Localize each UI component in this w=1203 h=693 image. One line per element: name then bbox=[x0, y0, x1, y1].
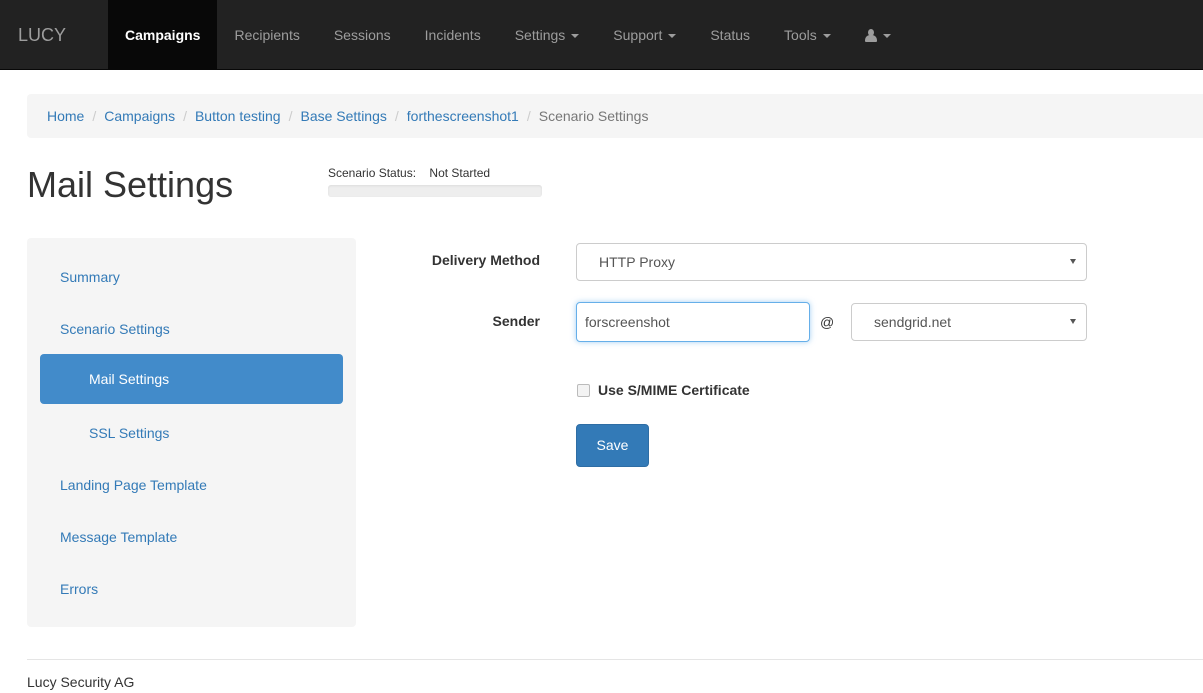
smime-checkbox[interactable] bbox=[577, 383, 590, 397]
breadcrumb: Home / Campaigns / Button testing / Base… bbox=[27, 94, 1203, 138]
sidebar-item-summary[interactable]: Summary bbox=[27, 252, 356, 302]
save-button[interactable]: Save bbox=[576, 424, 649, 467]
caret-down-icon bbox=[668, 34, 677, 38]
scenario-progress-bar bbox=[328, 185, 542, 197]
sender-domain-select[interactable]: sendgrid.net bbox=[851, 303, 1087, 341]
breadcrumb-base-settings[interactable]: Base Settings bbox=[300, 108, 386, 124]
caret-down-icon bbox=[571, 34, 580, 38]
at-sign: @ bbox=[820, 314, 835, 330]
breadcrumb-separator: / bbox=[288, 108, 293, 124]
footer-divider bbox=[27, 659, 1203, 660]
nav-campaigns[interactable]: Campaigns bbox=[108, 0, 218, 70]
scenario-status-value: Not Started bbox=[429, 166, 491, 180]
nav-incidents-label: Incidents bbox=[424, 27, 481, 43]
brand-logo[interactable]: LUCY bbox=[18, 0, 66, 70]
sidebar-item-ssl-settings[interactable]: SSL Settings bbox=[27, 408, 356, 458]
sidebar-item-mail-settings[interactable]: Mail Settings bbox=[40, 354, 343, 404]
scenario-status-label: Scenario Status: bbox=[328, 166, 417, 180]
select-arrow-icon bbox=[1070, 259, 1076, 264]
sidebar-item-scenario-settings[interactable]: Scenario Settings bbox=[27, 304, 356, 354]
breadcrumb-separator: / bbox=[183, 108, 187, 124]
smime-checkbox-row[interactable]: Use S/MIME Certificate bbox=[577, 382, 750, 398]
breadcrumb-separator: / bbox=[92, 108, 97, 124]
user-icon bbox=[864, 28, 877, 42]
nav-sessions-label: Sessions bbox=[333, 27, 391, 43]
select-arrow-icon bbox=[1070, 319, 1076, 324]
nav-sessions[interactable]: Sessions bbox=[317, 0, 408, 70]
caret-down-icon bbox=[882, 34, 891, 38]
sidebar: Summary Scenario Settings Mail Settings … bbox=[27, 238, 356, 627]
scenario-status: Scenario Status: Not Started bbox=[328, 165, 542, 197]
delivery-method-value: HTTP Proxy bbox=[599, 254, 675, 270]
sender-label: Sender bbox=[492, 313, 540, 329]
footer-company: Lucy Security AG bbox=[27, 674, 135, 690]
nav-support-label: Support bbox=[613, 27, 663, 43]
nav-tools-dropdown[interactable]: Tools bbox=[767, 0, 848, 70]
delivery-method-label: Delivery Method bbox=[431, 252, 540, 268]
sender-domain-value: sendgrid.net bbox=[874, 314, 952, 330]
sender-input[interactable] bbox=[576, 302, 810, 342]
sidebar-item-landing-page-template[interactable]: Landing Page Template bbox=[27, 460, 356, 510]
caret-down-icon bbox=[822, 34, 831, 38]
breadcrumb-current: Scenario Settings bbox=[538, 108, 649, 124]
breadcrumb-button-testing[interactable]: Button testing bbox=[195, 108, 281, 124]
nav-settings-label: Settings bbox=[514, 27, 566, 43]
breadcrumb-separator: / bbox=[526, 108, 531, 124]
nav-incidents[interactable]: Incidents bbox=[408, 0, 498, 70]
breadcrumb-home[interactable]: Home bbox=[47, 108, 84, 124]
nav-campaigns-label: Campaigns bbox=[125, 27, 201, 43]
scenario-status-text: Scenario Status: Not Started bbox=[328, 165, 542, 181]
breadcrumb-separator: / bbox=[394, 108, 399, 124]
delivery-method-select[interactable]: HTTP Proxy bbox=[576, 243, 1087, 281]
nav-support-dropdown[interactable]: Support bbox=[596, 0, 693, 70]
breadcrumb-scenario[interactable]: forthescreenshot1 bbox=[407, 108, 519, 124]
nav-recipients[interactable]: Recipients bbox=[217, 0, 316, 70]
breadcrumb-campaigns[interactable]: Campaigns bbox=[104, 108, 175, 124]
top-navbar: LUCY Campaigns Recipients Sessions Incid… bbox=[0, 0, 1203, 70]
nav-status[interactable]: Status bbox=[693, 0, 767, 70]
sidebar-item-message-template[interactable]: Message Template bbox=[27, 512, 356, 562]
page-title: Mail Settings bbox=[27, 164, 234, 205]
nav-settings-dropdown[interactable]: Settings bbox=[498, 0, 597, 70]
nav-recipients-label: Recipients bbox=[234, 27, 300, 43]
sidebar-item-errors[interactable]: Errors bbox=[27, 564, 356, 614]
nav-user-dropdown[interactable] bbox=[848, 0, 908, 70]
smime-checkbox-label[interactable]: Use S/MIME Certificate bbox=[598, 382, 750, 398]
main-nav: Campaigns Recipients Sessions Incidents … bbox=[108, 0, 908, 70]
nav-status-label: Status bbox=[710, 27, 751, 43]
nav-tools-label: Tools bbox=[784, 27, 817, 43]
